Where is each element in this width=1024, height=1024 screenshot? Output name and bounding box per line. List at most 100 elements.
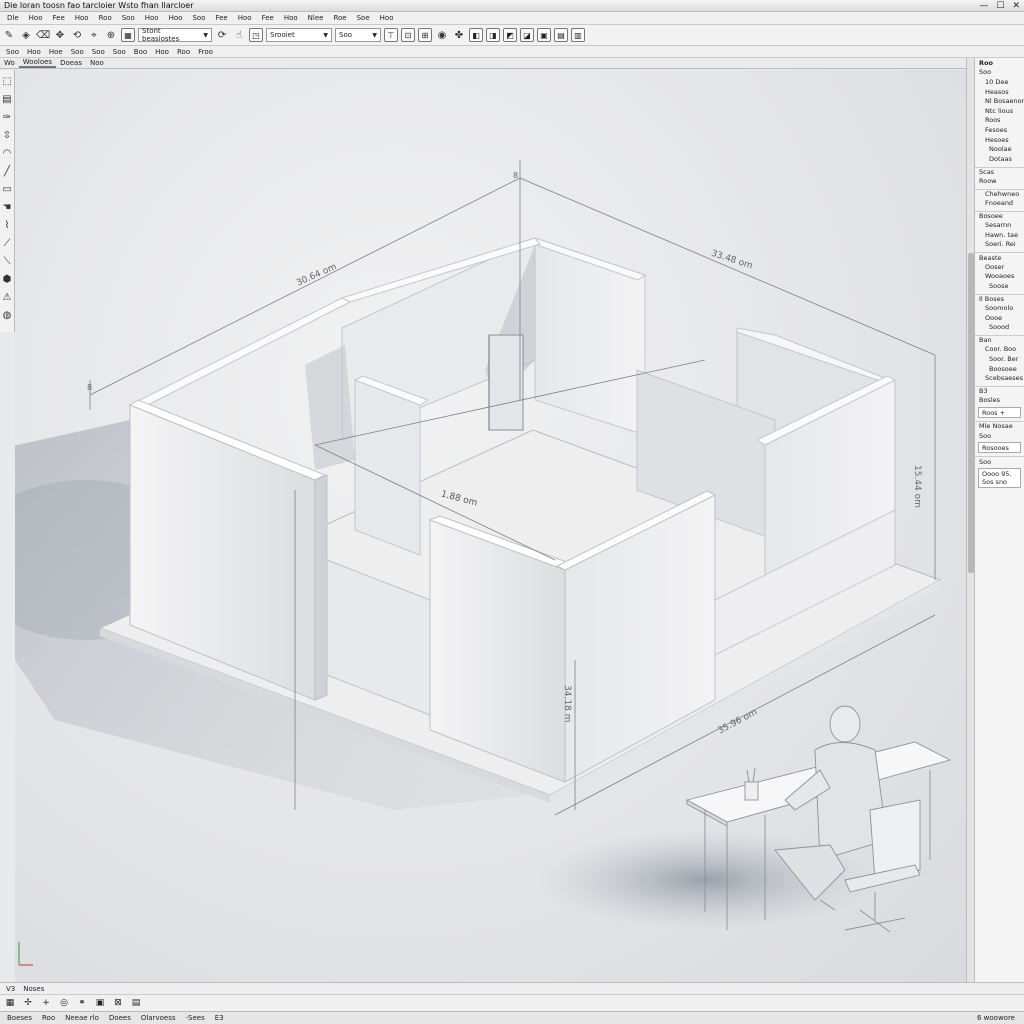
right-panel-row[interactable]: B3 bbox=[975, 386, 1024, 396]
lock-icon[interactable]: ⊠ bbox=[112, 998, 124, 1008]
right-panel-row[interactable]: Wooaoes bbox=[975, 271, 1024, 281]
line-icon[interactable]: ╱ bbox=[1, 164, 13, 178]
menu-item-0[interactable]: Dle bbox=[2, 14, 24, 22]
menu-item-2[interactable]: Fee bbox=[48, 14, 70, 22]
menu-item-6[interactable]: Hoo bbox=[140, 14, 164, 22]
section-plane-button[interactable]: ◳ bbox=[249, 28, 263, 42]
vertical-scrollbar[interactable] bbox=[966, 58, 974, 982]
toolbar2-item-0[interactable]: Soo bbox=[2, 48, 23, 56]
menu-item-5[interactable]: Soo bbox=[117, 14, 140, 22]
camera-icon[interactable]: ◉ bbox=[435, 28, 449, 42]
right-panel-row[interactable]: Bosles bbox=[975, 396, 1024, 406]
front-view-button[interactable]: ⊡ bbox=[401, 28, 415, 42]
shape-icon[interactable]: ◈ bbox=[19, 28, 33, 42]
select-icon[interactable]: ⬚ bbox=[1, 74, 13, 88]
hand-icon[interactable]: ☚ bbox=[1, 200, 13, 214]
pencil-icon[interactable]: ✎ bbox=[2, 28, 16, 42]
bottom-view-button[interactable]: ◪ bbox=[520, 28, 534, 42]
warning-icon[interactable]: ⚠ bbox=[1, 290, 13, 304]
bottom-bar-item-1[interactable]: Noses bbox=[19, 985, 48, 993]
close-button[interactable]: ✕ bbox=[1012, 1, 1020, 11]
right-panel-row[interactable]: Chehwneo bbox=[975, 188, 1024, 199]
right-panel-row[interactable]: Fesoes bbox=[975, 125, 1024, 135]
orbit-icon[interactable]: ⟳ bbox=[215, 28, 229, 42]
right-panel-row[interactable]: Hawn. tae bbox=[975, 230, 1024, 240]
tab-1[interactable]: Wooloes bbox=[18, 58, 57, 68]
back-view-button[interactable]: ◨ bbox=[486, 28, 500, 42]
right-panel-row[interactable]: Heasos bbox=[975, 87, 1024, 97]
right-panel-row[interactable]: Coor. Boo bbox=[975, 345, 1024, 355]
right-panel-row[interactable]: Boosoee bbox=[975, 364, 1024, 374]
measure-icon[interactable]: ⟋ bbox=[1, 236, 13, 250]
eraser-icon[interactable]: ⌫ bbox=[36, 28, 50, 42]
maximize-button[interactable]: ☐ bbox=[996, 1, 1004, 11]
paint-icon[interactable]: ✑ bbox=[1, 110, 13, 124]
toolbar2-item-2[interactable]: Hoe bbox=[45, 48, 67, 56]
marker-icon[interactable]: ⬢ bbox=[1, 272, 13, 286]
render-button[interactable]: ▥ bbox=[571, 28, 585, 42]
menu-item-7[interactable]: Hoo bbox=[164, 14, 188, 22]
right-view-button[interactable]: ⊞ bbox=[418, 28, 432, 42]
top-view-button[interactable]: ⊤ bbox=[384, 28, 398, 42]
style-dropdown[interactable]: Stont beasiostes ▼ bbox=[138, 27, 212, 43]
right-panel-row[interactable]: Ntc lious bbox=[975, 106, 1024, 116]
tab-2[interactable]: Doeas bbox=[56, 59, 86, 67]
right-panel-row[interactable]: Soor. Ber bbox=[975, 354, 1024, 364]
right-panel-row[interactable]: Hesoes bbox=[975, 135, 1024, 145]
toolbar2-item-3[interactable]: Soo bbox=[67, 48, 88, 56]
ruler-icon[interactable]: ⟍ bbox=[1, 254, 13, 268]
toolbar2-item-9[interactable]: Froo bbox=[194, 48, 217, 56]
brush-icon[interactable]: ⌇ bbox=[1, 218, 13, 232]
right-panel-row[interactable]: Soose bbox=[975, 281, 1024, 291]
right-panel-row[interactable]: Fnoeand bbox=[975, 198, 1024, 208]
iso-view-button[interactable]: ◧ bbox=[469, 28, 483, 42]
left-view-button[interactable]: ◩ bbox=[503, 28, 517, 42]
right-panel-row[interactable]: Noolae bbox=[975, 144, 1024, 154]
menu-item-11[interactable]: Fee bbox=[257, 14, 279, 22]
toolbar2-item-1[interactable]: Hoo bbox=[23, 48, 45, 56]
walk-icon[interactable]: ✤ bbox=[452, 28, 466, 42]
menu-item-13[interactable]: Nlee bbox=[303, 14, 329, 22]
menu-item-8[interactable]: Soo bbox=[187, 14, 210, 22]
right-panel-row[interactable]: Bosoee bbox=[975, 210, 1024, 221]
right-panel-row[interactable]: Oooe bbox=[975, 313, 1024, 323]
rotate-icon[interactable]: ⟲ bbox=[70, 28, 84, 42]
right-panel-row[interactable]: Soeri. Rei bbox=[975, 240, 1024, 250]
menu-item-9[interactable]: Fee bbox=[210, 14, 232, 22]
right-panel-row[interactable]: Scebsaeses bbox=[975, 373, 1024, 383]
menu-item-10[interactable]: Hoo bbox=[233, 14, 257, 22]
toolbar2-item-5[interactable]: Soo bbox=[109, 48, 130, 56]
toolbar2-item-8[interactable]: Roo bbox=[173, 48, 194, 56]
xray-button[interactable]: ▤ bbox=[554, 28, 568, 42]
menu-item-16[interactable]: Hoo bbox=[375, 14, 399, 22]
right-panel-row[interactable]: Roow bbox=[975, 176, 1024, 186]
right-panel-row[interactable]: Soo bbox=[975, 68, 1024, 78]
3d-viewport[interactable]: 30.64 om 33.48 om 15.44 om 1.88 om 34.18… bbox=[15, 70, 966, 982]
component-icon[interactable]: ▤ bbox=[1, 92, 13, 106]
toolbar2-item-6[interactable]: Boo bbox=[130, 48, 151, 56]
export-icon[interactable]: ▤ bbox=[130, 998, 142, 1008]
right-panel-box-3[interactable]: Oooo 95. Sos sno bbox=[978, 467, 1021, 488]
right-panel-row[interactable]: Beaste bbox=[975, 252, 1024, 262]
arc-icon[interactable]: ◠ bbox=[1, 146, 13, 160]
tab-3[interactable]: Noo bbox=[86, 59, 108, 67]
menu-item-1[interactable]: Hoo bbox=[24, 14, 48, 22]
layer-dropdown[interactable]: Srooiet ▼ bbox=[266, 28, 332, 42]
plus-icon[interactable]: + bbox=[40, 998, 52, 1008]
menu-item-3[interactable]: Hoo bbox=[70, 14, 94, 22]
zoom-icon[interactable]: ⊕ bbox=[104, 28, 118, 42]
toolbar2-item-4[interactable]: Soo bbox=[88, 48, 109, 56]
right-panel-row[interactable]: Roos bbox=[975, 116, 1024, 126]
snap-icon[interactable]: ✢ bbox=[22, 998, 34, 1008]
right-panel-row[interactable]: Ban bbox=[975, 335, 1024, 345]
right-panel-box-2[interactable]: Rosooes bbox=[978, 442, 1021, 454]
pin-icon[interactable]: ◍ bbox=[1, 308, 13, 322]
layers-icon[interactable]: ▣ bbox=[94, 998, 106, 1008]
scale-dropdown[interactable]: Soo ▼ bbox=[335, 28, 381, 42]
move-icon[interactable]: ✥ bbox=[53, 28, 67, 42]
right-panel-box-1[interactable]: Roos + bbox=[978, 407, 1021, 419]
right-panel-row[interactable]: Ooser bbox=[975, 262, 1024, 272]
menu-item-12[interactable]: Hoo bbox=[279, 14, 303, 22]
right-panel-row[interactable]: Nl Bosaenor bbox=[975, 96, 1024, 106]
toolbar2-item-7[interactable]: Hoo bbox=[151, 48, 173, 56]
